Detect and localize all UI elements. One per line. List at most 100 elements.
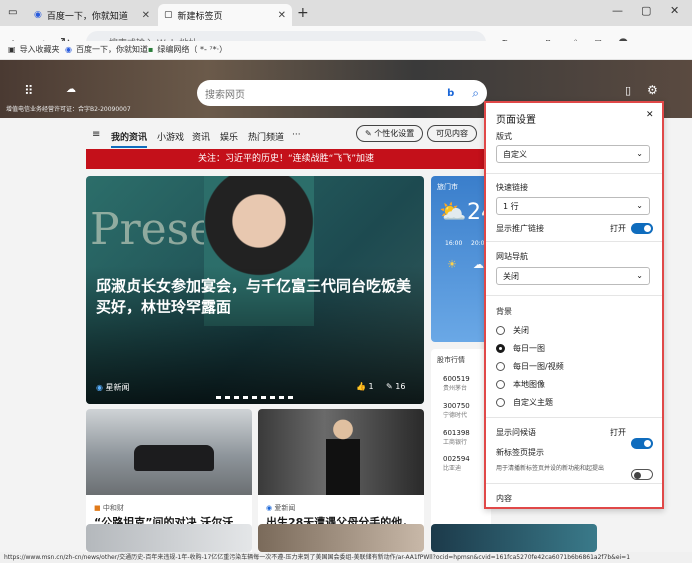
newtab-tips-desc: 用于清播新标签页并设的新功能和起提出	[496, 465, 605, 472]
fav-baidu[interactable]: ◉ 百度一下，你就知道	[65, 44, 148, 55]
radio-icon	[496, 362, 505, 371]
thumbs-up-icon: 👍	[356, 382, 366, 391]
stock-name: 比亚迪	[443, 465, 462, 472]
radio-label: 每日一图	[513, 344, 545, 353]
tab-news[interactable]: 资讯	[192, 130, 210, 143]
apps-grid-icon[interactable]: ⠿	[24, 84, 34, 99]
menu-icon[interactable]: ≡	[92, 129, 100, 140]
bg-option-off[interactable]: 关闭	[496, 325, 529, 336]
feature-story-card[interactable]: Presence 邱淑贞长女参加宴会，与千亿富三代同台吃饭美买好，林世玲罕露面 …	[86, 176, 424, 404]
window-close-icon[interactable]: ✕	[670, 4, 679, 17]
divider	[486, 241, 662, 242]
fav-import[interactable]: ▣ 导入收藏夹	[8, 44, 60, 55]
feature-likes[interactable]: 👍 1	[356, 382, 374, 391]
source-icon: ◉	[96, 383, 103, 392]
bg-option-daily-image[interactable]: 每日一图	[496, 343, 545, 354]
sun-icon: ☀	[447, 258, 457, 271]
visible-content-button[interactable]: 可见内容	[427, 125, 477, 142]
fav-lvbian[interactable]: ▪ 绿编网络（ *- ⁷*·）	[148, 44, 227, 55]
tab-title: 百度一下，你就知道	[46, 11, 128, 22]
stock-item-2[interactable]: 300750 宁德时代	[443, 402, 470, 420]
new-tab-favicon-icon: ▢	[164, 10, 173, 20]
bg-option-custom-theme[interactable]: 自定义主题	[496, 397, 553, 408]
tab-bar: ▭ ◉ 百度一下，你就知道 ✕ ▢ 新建标签页 ✕ + — ▢ ✕	[0, 0, 692, 26]
greeting-toggle[interactable]	[631, 438, 653, 449]
stock-code: 002594	[443, 455, 470, 463]
divider	[486, 173, 662, 174]
site-nav-value: 关闭	[503, 272, 519, 281]
bing-logo-icon: b	[447, 87, 455, 99]
breaking-news-banner[interactable]: 关注：习近平的历史！“连续战胜“飞飞”加速	[86, 149, 486, 169]
news-photo	[86, 409, 252, 495]
radio-selected-icon	[496, 344, 505, 353]
news-card-5[interactable]	[431, 524, 597, 552]
news-card-3[interactable]	[86, 524, 252, 552]
stock-code: 601398	[443, 429, 470, 437]
tab-my-feed[interactable]: 我的资讯	[111, 130, 148, 148]
newtab-tips-toggle[interactable]	[631, 469, 653, 480]
news-photo	[258, 409, 424, 495]
like-count: 1	[368, 382, 374, 391]
layout-dropdown[interactable]: 自定义 ⌄	[496, 145, 650, 163]
icp-license-text: 增值电信业务经营许可证：合字B2-20090007	[6, 106, 131, 113]
stock-code: 300750	[443, 402, 470, 410]
close-icon[interactable]: ✕	[278, 10, 286, 21]
comment-icon: ✎	[386, 382, 393, 391]
visible-content-label: 可见内容	[436, 129, 468, 138]
new-tab-plus-icon[interactable]: +	[297, 5, 309, 21]
promo-links-toggle[interactable]	[631, 223, 653, 234]
tab-more[interactable]: ···	[292, 130, 301, 140]
quicklinks-value: 1 行	[503, 202, 519, 211]
radio-label: 每日一图/视频	[513, 362, 564, 371]
source-name: 中和财	[102, 504, 124, 512]
fav-label: 绿编网络（ *- ⁷*·）	[157, 45, 228, 54]
status-url-text: https://www.msn.cn/zh-cn/news/other/交通历史…	[4, 554, 631, 561]
feature-comments[interactable]: ✎ 16	[386, 382, 405, 391]
weather-location: 旅门市	[437, 183, 458, 191]
close-icon[interactable]: ✕	[142, 10, 150, 21]
stock-item-1[interactable]: 600519 贵州茅台	[443, 375, 470, 393]
pencil-icon: ✎	[365, 129, 372, 138]
source-name: 爱新闻	[274, 504, 296, 512]
feature-headline[interactable]: 邱淑贞长女参加宴会，与千亿富三代同台吃饭美买好，林世玲罕露面	[96, 276, 416, 318]
search-icon[interactable]: ⌕	[472, 86, 479, 101]
divider	[486, 295, 662, 296]
feature-source: ◉ 星新闻	[96, 382, 130, 393]
news-source: ◉ 爱新闻	[266, 503, 295, 513]
tab-mini-games[interactable]: 小游戏	[157, 130, 184, 143]
bg-option-local-image[interactable]: 本地图像	[496, 379, 545, 390]
baidu-favicon-icon: ◉	[34, 10, 42, 20]
layout-value: 自定义	[503, 150, 527, 159]
stock-name: 工商银行	[443, 439, 468, 446]
weather-card[interactable]: 旅门市 ⛅ 24 16:00 20:00 ☀ ☁	[431, 176, 491, 342]
tab-baidu[interactable]: ◉ 百度一下，你就知道 ✕	[28, 4, 156, 26]
bg-option-daily-video[interactable]: 每日一图/视频	[496, 361, 564, 372]
stock-name: 宁德时代	[443, 412, 468, 419]
favorites-bar: ▣ 导入收藏夹 ◉ 百度一下，你就知道 ▪ 绿编网络（ *- ⁷*·）	[0, 41, 692, 60]
mobile-icon[interactable]: ▯	[625, 84, 631, 97]
personalize-button[interactable]: ✎ 个性化设置	[356, 125, 424, 142]
settings-gear-icon[interactable]: ⚙	[647, 83, 658, 97]
stock-item-3[interactable]: 601398 工商银行	[443, 429, 470, 447]
tab-entertainment[interactable]: 娱乐	[220, 130, 238, 143]
site-nav-dropdown[interactable]: 关闭 ⌄	[496, 267, 650, 285]
divider	[486, 417, 662, 418]
radio-icon	[496, 380, 505, 389]
page-settings-panel: 页面设置 ✕ 版式 自定义 ⌄ 快速链接 1 行 ⌄ 显示推广链接 打开 网站导航 …	[484, 101, 664, 509]
close-icon[interactable]: ✕	[646, 110, 654, 120]
stocks-card[interactable]: 股市行情 600519 贵州茅台 300750 宁德时代 601398 工商银行 00…	[431, 349, 491, 545]
panel-title: 页面设置	[496, 115, 536, 126]
tab-hot-channels[interactable]: 热门频道	[248, 130, 284, 143]
search-box[interactable]: 搜索网页 b ⌕	[197, 80, 487, 106]
maximize-icon[interactable]: ▢	[641, 4, 651, 17]
carousel-dots[interactable]	[216, 396, 296, 399]
weather-cloud-icon[interactable]: ☁	[66, 84, 76, 95]
divider	[486, 483, 662, 484]
quicklinks-dropdown[interactable]: 1 行 ⌄	[496, 197, 650, 215]
workspaces-icon[interactable]: ▭	[8, 7, 17, 18]
minimize-icon[interactable]: —	[612, 4, 623, 17]
tab-new-tab[interactable]: ▢ 新建标签页 ✕	[158, 4, 292, 26]
news-card-4[interactable]	[258, 524, 424, 552]
search-placeholder: 搜索网页	[205, 89, 245, 101]
stock-item-4[interactable]: 002594 比亚迪	[443, 455, 470, 473]
